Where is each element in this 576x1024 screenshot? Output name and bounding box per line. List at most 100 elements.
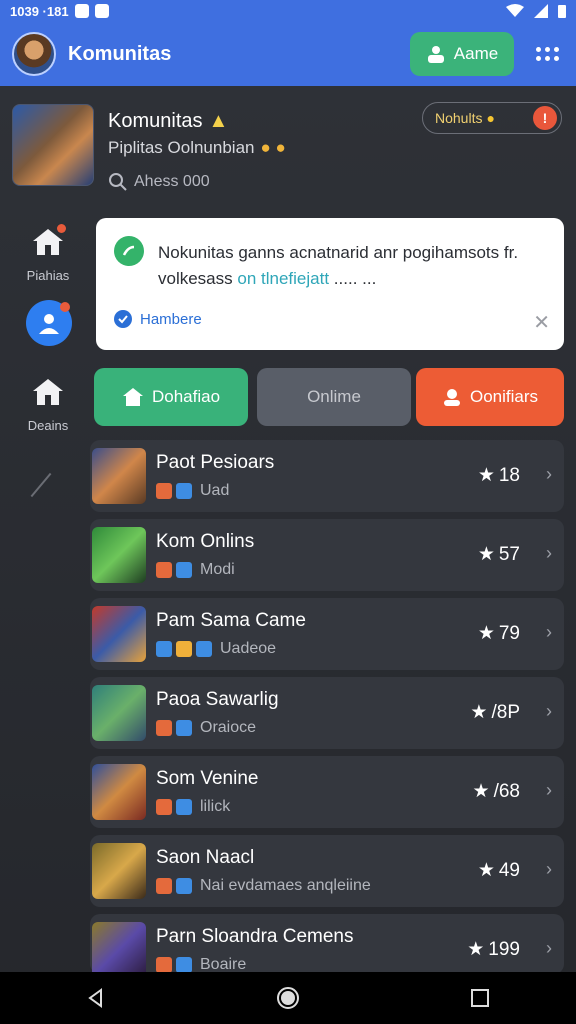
status-bar: 1039 ·181	[0, 0, 576, 22]
chevron-right-icon[interactable]: ›	[546, 543, 552, 564]
recents-icon[interactable]	[460, 978, 500, 1018]
game-score: ★ 199	[467, 938, 520, 961]
filter-label: Dohafiao	[151, 387, 221, 406]
signal-icon	[534, 4, 548, 18]
score-value: 57	[498, 543, 520, 565]
game-thumbnail	[92, 606, 146, 662]
chevron-right-icon[interactable]: ›	[546, 780, 552, 801]
status-time: 1039 ·181	[10, 3, 69, 19]
game-tag: Nai evdamaes anqleiine	[200, 877, 371, 894]
game-meta: Uadeoe	[156, 640, 276, 658]
score-value: 49	[498, 859, 520, 881]
game-row[interactable]: Parn Sloandra Cemens Boaire ★ 199 ›	[90, 914, 564, 978]
filter-button-3[interactable]: Oonifiars	[416, 368, 564, 426]
notifications-pill[interactable]: Nohults ● !	[422, 102, 562, 134]
star-icon: ★	[477, 623, 495, 644]
app-bar: Komunitas Aame	[0, 22, 576, 86]
chevron-right-icon[interactable]: ›	[546, 701, 552, 722]
game-tag: Modi	[200, 561, 235, 578]
notifications-label: Nohults	[435, 110, 483, 126]
game-row[interactable]: Pam Sama Came Uadeoe ★ 79 ›	[90, 598, 564, 670]
home-button-icon[interactable]	[268, 978, 308, 1018]
score-value: 79	[498, 622, 520, 644]
game-score: ★ 49	[478, 859, 520, 882]
alert-icon[interactable]: !	[533, 106, 557, 130]
tag-icon	[156, 957, 172, 973]
star-icon: ★	[472, 781, 490, 802]
game-row[interactable]: Som Venine lilick ★/68 ›	[90, 756, 564, 828]
game-title: Pam Sama Came	[156, 610, 306, 631]
chevron-right-icon[interactable]: ›	[546, 464, 552, 485]
star-icon: ★	[477, 465, 495, 486]
verified-icon	[114, 310, 132, 328]
smile-icon: ●	[486, 110, 495, 126]
chevron-right-icon[interactable]: ›	[546, 622, 552, 643]
game-score: ★/68	[473, 780, 520, 803]
score-value: 199	[488, 938, 520, 960]
check-icon	[114, 236, 144, 266]
tag-icon	[176, 957, 192, 973]
sidebar-item-label: Piahias	[26, 268, 70, 283]
search-placeholder: Ahess 000	[134, 173, 210, 190]
tag-icon	[196, 641, 212, 657]
tag-icon	[176, 799, 192, 815]
chevron-right-icon[interactable]: ›	[546, 859, 552, 880]
card-link[interactable]: on tlnefiejatt	[237, 269, 329, 288]
system-nav-bar	[0, 972, 576, 1024]
game-meta: lilick	[156, 798, 230, 816]
card-message: Nokunitas ganns acnatnarid anr pogihamso…	[158, 243, 519, 288]
game-tag: Oraioce	[200, 719, 257, 736]
notification-badge	[60, 302, 70, 312]
game-row[interactable]: Kom Onlins Modi ★ 57 ›	[90, 519, 564, 591]
tag-icon	[176, 562, 192, 578]
tag-icon	[156, 483, 172, 499]
battery-icon	[558, 5, 566, 18]
search-icon	[109, 173, 127, 191]
game-title: Paot Pesioars	[156, 452, 275, 473]
join-button[interactable]: Aame	[410, 32, 514, 76]
game-title: Parn Sloandra Cemens	[156, 926, 354, 947]
game-score: ★ 18	[478, 464, 520, 487]
photo-icon	[94, 4, 109, 18]
game-thumbnail	[92, 764, 146, 820]
game-row[interactable]: Paot Pesioars Uad ★ 18 ›	[90, 440, 564, 512]
close-icon[interactable]: ✕	[533, 310, 550, 335]
back-icon[interactable]	[76, 978, 116, 1018]
star-icon: ★	[477, 860, 495, 881]
more-grid-icon[interactable]	[536, 47, 564, 61]
game-row[interactable]: Saon Naacl Nai evdamaes anqleiine ★ 49 ›	[90, 835, 564, 907]
score-value: /8P	[491, 701, 520, 723]
sidebar-item-label: Deains	[27, 418, 69, 433]
game-meta: Uad	[156, 482, 229, 500]
emoji-icon: ● ●	[260, 138, 286, 157]
crown-icon: ▲	[208, 110, 229, 132]
avatar[interactable]	[12, 32, 56, 76]
tag-icon	[156, 799, 172, 815]
game-row[interactable]: Paoa Sawarlig Oraioce ★/8P ›	[90, 677, 564, 749]
sidebar-item-designs[interactable]: Deains	[16, 372, 80, 433]
game-title: Kom Onlins	[156, 531, 255, 552]
community-cover-image	[12, 104, 94, 186]
sidebar-item-home[interactable]: Piahias	[16, 222, 80, 283]
community-name: Komunitas	[108, 110, 203, 132]
user-icon	[443, 389, 460, 406]
notification-icon	[74, 4, 89, 18]
game-thumbnail	[92, 685, 146, 741]
filter-button-1[interactable]: Dohafiao	[94, 368, 248, 426]
sidebar-divider	[30, 472, 52, 498]
star-icon: ★	[470, 702, 488, 723]
game-score: ★/8P	[470, 701, 520, 724]
user-icon	[39, 314, 59, 334]
profile-user-icon[interactable]	[26, 300, 72, 346]
search-field[interactable]: Ahess 000	[108, 172, 210, 192]
filter-button-2[interactable]: Onlime	[257, 368, 411, 426]
wifi-icon	[506, 4, 524, 17]
chevron-right-icon[interactable]: ›	[546, 938, 552, 959]
verified-badge[interactable]: Hambere	[114, 310, 202, 328]
game-thumbnail	[92, 922, 146, 978]
community-description: Piplitas Oolnunbian	[108, 138, 255, 157]
game-meta: Oraioce	[156, 719, 256, 737]
tag-icon	[176, 720, 192, 736]
filter-label: Onlime	[307, 387, 361, 406]
game-score: ★ 79	[478, 622, 520, 645]
